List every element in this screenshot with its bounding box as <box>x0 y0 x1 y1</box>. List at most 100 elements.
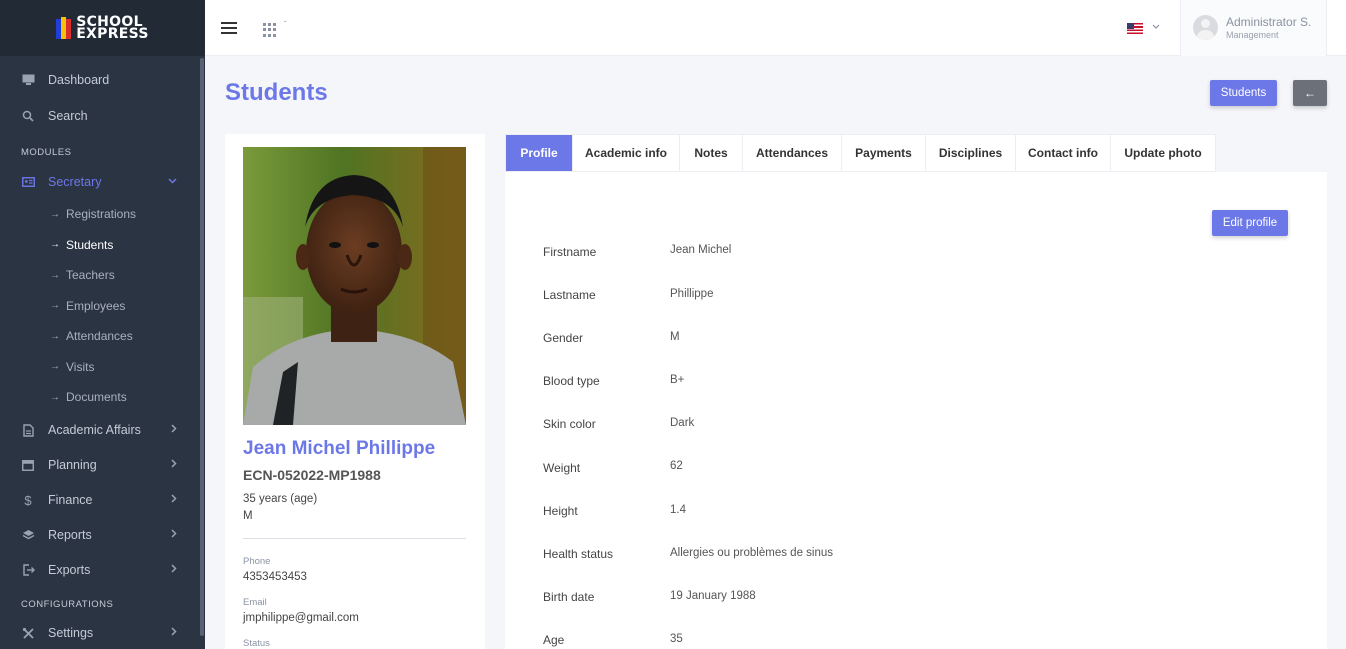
email-label: Email <box>243 597 267 608</box>
sidebar-item-secretary[interactable]: Secretary <box>0 164 205 199</box>
sidebar-subitem-employees[interactable]: → Employees <box>0 291 205 322</box>
sidebar-item-planning[interactable]: Planning <box>0 448 205 483</box>
sidebar-scrollbar[interactable] <box>200 58 204 636</box>
divider <box>243 538 466 539</box>
tab-disciplines[interactable]: Disciplines <box>926 135 1016 171</box>
sidebar-item-exports[interactable]: Exports <box>0 553 205 588</box>
tab-payments[interactable]: Payments <box>842 135 926 171</box>
logo-mark-icon <box>56 17 72 39</box>
student-code: ECN-052022-MP1988 <box>243 467 381 483</box>
students-button[interactable]: Students <box>1210 80 1277 106</box>
arrow-right-icon: → <box>50 269 60 281</box>
field-label-skin-color: Skin color <box>543 417 596 431</box>
email-value: jmphilippe@gmail.com <box>243 612 359 624</box>
sidebar-item-label: Reports <box>48 528 92 542</box>
sidebar-item-label: Settings <box>48 626 94 640</box>
sidebar-item-label: Dashboard <box>48 73 110 87</box>
student-gender: M <box>243 510 253 522</box>
chevron-down-icon <box>168 175 177 187</box>
field-label-age: Age <box>543 633 565 647</box>
sidebar-item-academic-affairs[interactable]: Academic Affairs <box>0 413 205 448</box>
phone-value: 4353453453 <box>243 571 307 583</box>
sidebar-subitem-teachers[interactable]: → Teachers <box>0 260 205 291</box>
sidebar-subitem-registrations[interactable]: → Registrations <box>0 199 205 230</box>
tab-profile[interactable]: Profile <box>506 135 573 171</box>
arrow-left-icon: ← <box>1304 86 1316 100</box>
arrow-right-icon: → <box>50 300 60 312</box>
field-value-birth-date: 19 January 1988 <box>670 590 756 602</box>
tab-attendances[interactable]: Attendances <box>743 135 842 171</box>
avatar <box>1193 15 1218 40</box>
page-title: Students <box>225 79 328 106</box>
layers-icon <box>21 528 35 542</box>
brand-logo[interactable]: SCHOOL EXPRESS <box>0 0 205 56</box>
student-age: 35 years (age) <box>243 493 318 505</box>
sidebar-item-finance[interactable]: $ Finance <box>0 483 205 518</box>
user-menu[interactable]: Administrator S. Management <box>1180 0 1327 56</box>
arrow-right-icon: → <box>50 330 60 342</box>
monitor-icon <box>21 73 35 87</box>
field-label-blood-type: Blood type <box>543 374 600 388</box>
field-value-age: 35 <box>670 633 683 645</box>
arrow-right-icon: → <box>50 208 60 220</box>
student-card: Jean Michel Phillippe ECN-052022-MP1988 … <box>225 134 485 649</box>
edit-profile-button[interactable]: Edit profile <box>1212 210 1288 236</box>
logo-text: SCHOOL EXPRESS <box>76 15 149 42</box>
field-value-gender: M <box>670 331 680 343</box>
logo-line-2: EXPRESS <box>76 26 149 42</box>
back-button[interactable]: ← <box>1293 80 1327 106</box>
sidebar-item-dashboard[interactable]: Dashboard <box>0 62 205 98</box>
id-card-icon <box>21 175 35 189</box>
tab-academic-info[interactable]: Academic info <box>573 135 680 171</box>
sidebar-item-label: Academic Affairs <box>48 423 141 437</box>
chevron-right-icon <box>171 626 177 639</box>
field-label-gender: Gender <box>543 331 584 345</box>
profile-panel: Edit profile Firstname Jean Michel Lastn… <box>505 172 1327 649</box>
sidebar-subitem-documents[interactable]: → Documents <box>0 382 205 413</box>
sidebar-item-search[interactable]: Search <box>0 98 205 134</box>
section-title-configurations: CONFIGURATIONS <box>21 598 114 610</box>
sidebar-item-reports[interactable]: Reports <box>0 518 205 553</box>
field-label-lastname: Lastname <box>543 288 596 302</box>
sidebar-item-settings[interactable]: Settings <box>0 616 205 649</box>
field-label-weight: Weight <box>543 461 581 475</box>
apps-caret-icon: ˇ <box>284 20 287 29</box>
sidebar-subitem-label: Students <box>66 237 114 252</box>
chevron-right-icon <box>171 458 177 471</box>
tab-update-photo[interactable]: Update photo <box>1111 135 1215 171</box>
sidebar-item-label: Exports <box>48 563 91 577</box>
field-value-firstname: Jean Michel <box>670 244 732 256</box>
top-header: ˇ Administrator S. Management <box>205 0 1346 56</box>
sidebar-subitem-attendances[interactable]: → Attendances <box>0 321 205 352</box>
field-value-health-status: Allergies ou problèmes de sinus <box>670 547 834 559</box>
sidebar-item-label: Search <box>48 109 88 123</box>
field-value-blood-type: B+ <box>670 374 685 386</box>
status-label: Status <box>243 638 270 649</box>
field-value-lastname: Phillippe <box>670 288 714 300</box>
sidebar-item-label: Finance <box>48 493 93 507</box>
chevron-down-icon[interactable] <box>1152 21 1160 31</box>
user-name: Administrator S. <box>1226 15 1312 29</box>
calendar-icon <box>21 458 35 472</box>
field-value-weight: 62 <box>670 460 683 472</box>
field-label-height: Height <box>543 504 578 518</box>
sidebar-subitem-label: Visits <box>66 359 95 374</box>
menu-toggle-icon[interactable] <box>221 22 237 34</box>
sidebar-item-label: Planning <box>48 458 97 472</box>
dollar-icon: $ <box>24 492 32 508</box>
tab-contact-info[interactable]: Contact info <box>1016 135 1111 171</box>
field-value-height: 1.4 <box>670 504 686 516</box>
sidebar-subitem-label: Attendances <box>66 329 133 344</box>
field-label-firstname: Firstname <box>543 245 597 259</box>
section-title-modules: MODULES <box>21 147 72 158</box>
field-label-birth-date: Birth date <box>543 590 595 604</box>
tools-icon <box>21 626 35 640</box>
sidebar-subitem-students[interactable]: → Students <box>0 230 205 261</box>
arrow-right-icon: → <box>50 361 60 373</box>
field-value-skin-color: Dark <box>670 417 695 429</box>
us-flag-icon[interactable] <box>1127 23 1143 34</box>
student-photo <box>243 147 466 425</box>
sidebar-subitem-visits[interactable]: → Visits <box>0 352 205 383</box>
tab-notes[interactable]: Notes <box>680 135 743 171</box>
apps-grid-icon[interactable] <box>263 23 277 37</box>
